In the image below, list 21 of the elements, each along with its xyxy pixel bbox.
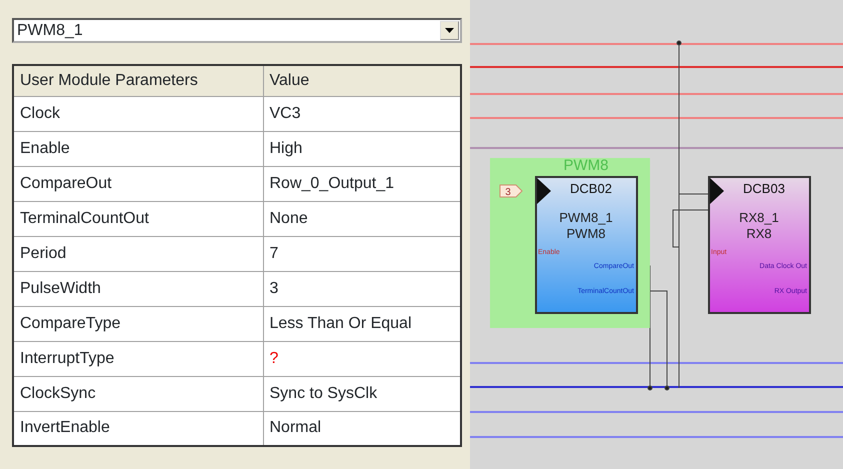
parameter-name-cell: CompareType [13, 306, 263, 341]
block-title: PWM8 [564, 157, 608, 174]
parameter-name-cell: Enable [13, 131, 263, 166]
instance-name: PWM8_1 [559, 210, 613, 225]
block-slot-label: DCB02 [570, 181, 612, 196]
module-name: PWM8 [566, 226, 606, 241]
instance-name: RX8_1 [739, 210, 779, 225]
block-slot-label: DCB03 [743, 181, 785, 196]
parameter-name-cell: Clock [13, 96, 263, 131]
parameter-name-cell: InterruptType [13, 341, 263, 376]
parameter-name-cell: ClockSync [13, 376, 263, 411]
clock-tag: 3 [500, 184, 523, 198]
column-header[interactable]: User Module Parameters [13, 65, 263, 96]
dropdown-value: PWM8_1 [16, 20, 84, 40]
parameter-name-cell: CompareOut [13, 166, 263, 201]
parameter-name-cell: TerminalCountOut [13, 201, 263, 236]
module-dropdown[interactable]: PWM8_1 [12, 18, 462, 43]
module-name: RX8 [746, 226, 772, 241]
column-header[interactable]: Value [263, 65, 461, 96]
parameter-name-cell: Period [13, 236, 263, 271]
parameter-name-cell: PulseWidth [13, 271, 263, 306]
